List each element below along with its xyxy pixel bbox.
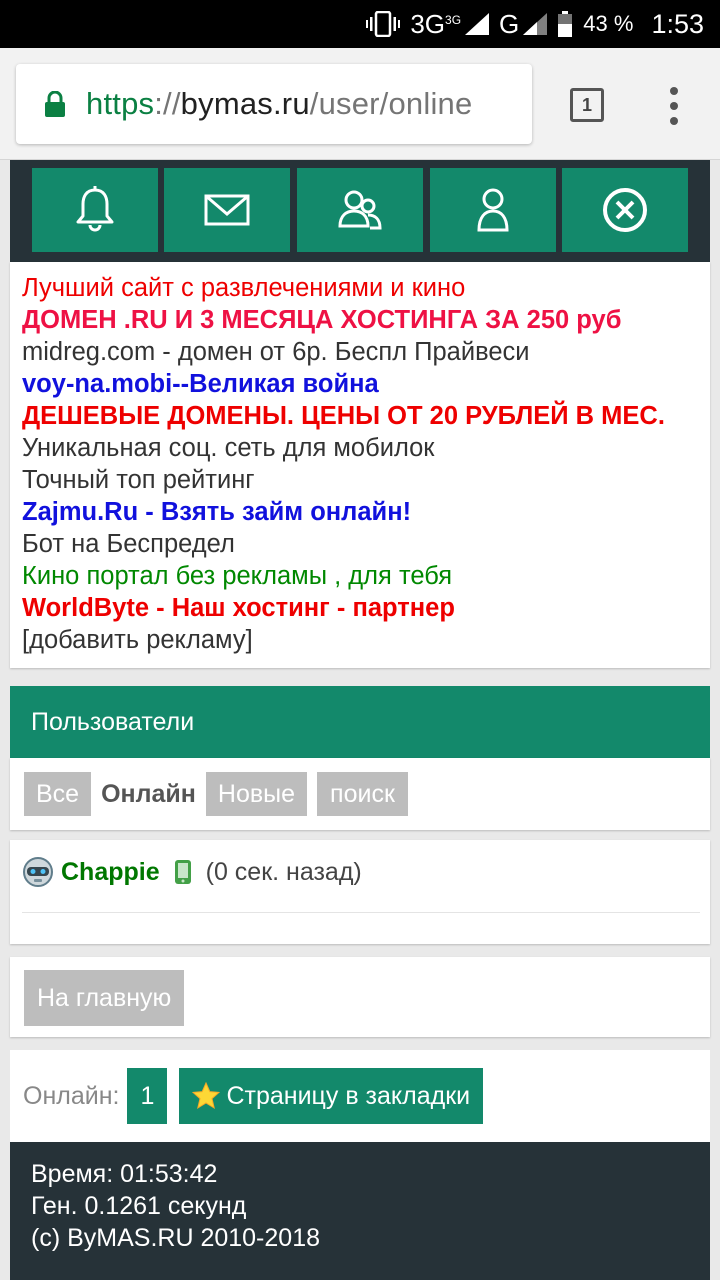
page-content: Лучший сайт с развлечениями и кино ДОМЕН… [0,160,720,1280]
battery-percent: 43 % [583,11,634,36]
menu-dots-icon[interactable] [664,86,684,126]
logout-button[interactable] [562,168,688,252]
tab-switcher-button[interactable]: 1 [570,88,604,122]
star-icon [192,1082,221,1110]
network-type-1-small: 3G [445,12,462,27]
ad-link[interactable]: Уникальная соц. сеть для мобилок [22,432,698,464]
ad-link[interactable]: Бот на Беспредел [22,528,698,560]
section-title: Пользователи [10,686,710,758]
close-icon [603,188,647,232]
bell-icon [76,186,114,232]
ad-link[interactable]: Точный топ рейтинг [22,464,698,496]
user-filter-tabs: Все Онлайн Новые поиск [10,758,710,830]
list-item: Chappie (0 сек. назад) [22,852,362,892]
network-type-1: 3G 3G [410,9,490,40]
user-name-link[interactable]: Chappie [61,858,160,887]
battery-icon [557,11,573,37]
tab-new[interactable]: Новые [205,772,308,816]
clock: 1:53 [651,8,704,39]
ad-link[interactable]: voy-na.mobi--Великая война [22,368,698,400]
address-bar[interactable]: https://bymas.ru/user/online [16,64,532,144]
divider [22,912,700,913]
ad-link[interactable]: Лучший сайт с развлечениями и кино [22,272,698,304]
online-count-button[interactable]: 1 [127,1068,168,1124]
url-text: https://bymas.ru/user/online [86,86,473,121]
home-button[interactable]: На главную [24,970,185,1026]
online-label: Онлайн: [23,1081,120,1110]
footer: Время: 01:53:42 Ген. 0.1261 секунд (c) B… [10,1142,710,1280]
users-icon [338,190,382,230]
ad-link[interactable]: WorldByte - Наш хостинг - партнер [22,592,698,624]
server-time: Время: 01:53:42 [31,1160,218,1188]
friends-button[interactable] [297,168,423,252]
ad-link[interactable]: Zajmu.Ru - Взять займ онлайн! [22,496,698,528]
bookmark-button[interactable]: Страницу в закладки [179,1068,484,1124]
add-ad-link[interactable]: [добавить рекламу] [22,624,698,656]
tab-search[interactable]: поиск [317,772,408,816]
notifications-button[interactable] [32,168,158,252]
ad-link[interactable]: ДЕШЕВЫЕ ДОМЕНЫ. ЦЕНЫ ОТ 20 РУБЛЕЙ В МЕС. [22,400,698,432]
top-icon-bar [10,160,710,262]
home-nav: На главную [10,957,710,1037]
mobile-phone-icon [174,860,191,884]
user-icon [477,188,509,232]
user-list: Chappie (0 сек. назад) [10,840,710,944]
ad-link[interactable]: midreg.com - домен от 6р. Беспл Прайвеси [22,336,698,368]
generation-time: Ген. 0.1261 секунд [31,1192,247,1220]
tab-online: Онлайн [101,779,196,808]
robot-avatar-icon [23,857,53,887]
ad-list: Лучший сайт с развлечениями и кино ДОМЕН… [10,262,710,668]
status-bar: 3G 3G G 43 % 1:53 [0,0,720,48]
online-bar: Онлайн: 1 Страницу в закладки [10,1050,710,1142]
tab-all[interactable]: Все [24,772,92,816]
signal-icon [465,13,490,35]
vibrate-icon [366,11,401,37]
profile-button[interactable] [430,168,556,252]
network-type-2: G [499,9,548,40]
last-seen-time: (0 сек. назад) [205,857,362,886]
lock-icon [45,91,65,117]
copyright: (c) ByMAS.RU 2010-2018 [31,1224,321,1252]
mail-icon [204,194,250,226]
ad-link[interactable]: ДОМЕН .RU И 3 МЕСЯЦА ХОСТИНГА ЗА 250 руб [22,304,698,336]
browser-toolbar: https://bymas.ru/user/online 1 [0,48,720,160]
messages-button[interactable] [164,168,290,252]
ad-link[interactable]: Кино портал без рекламы , для тебя [22,560,698,592]
signal-icon-2 [523,13,548,35]
bookmark-label: Страницу в закладки [226,1081,471,1110]
